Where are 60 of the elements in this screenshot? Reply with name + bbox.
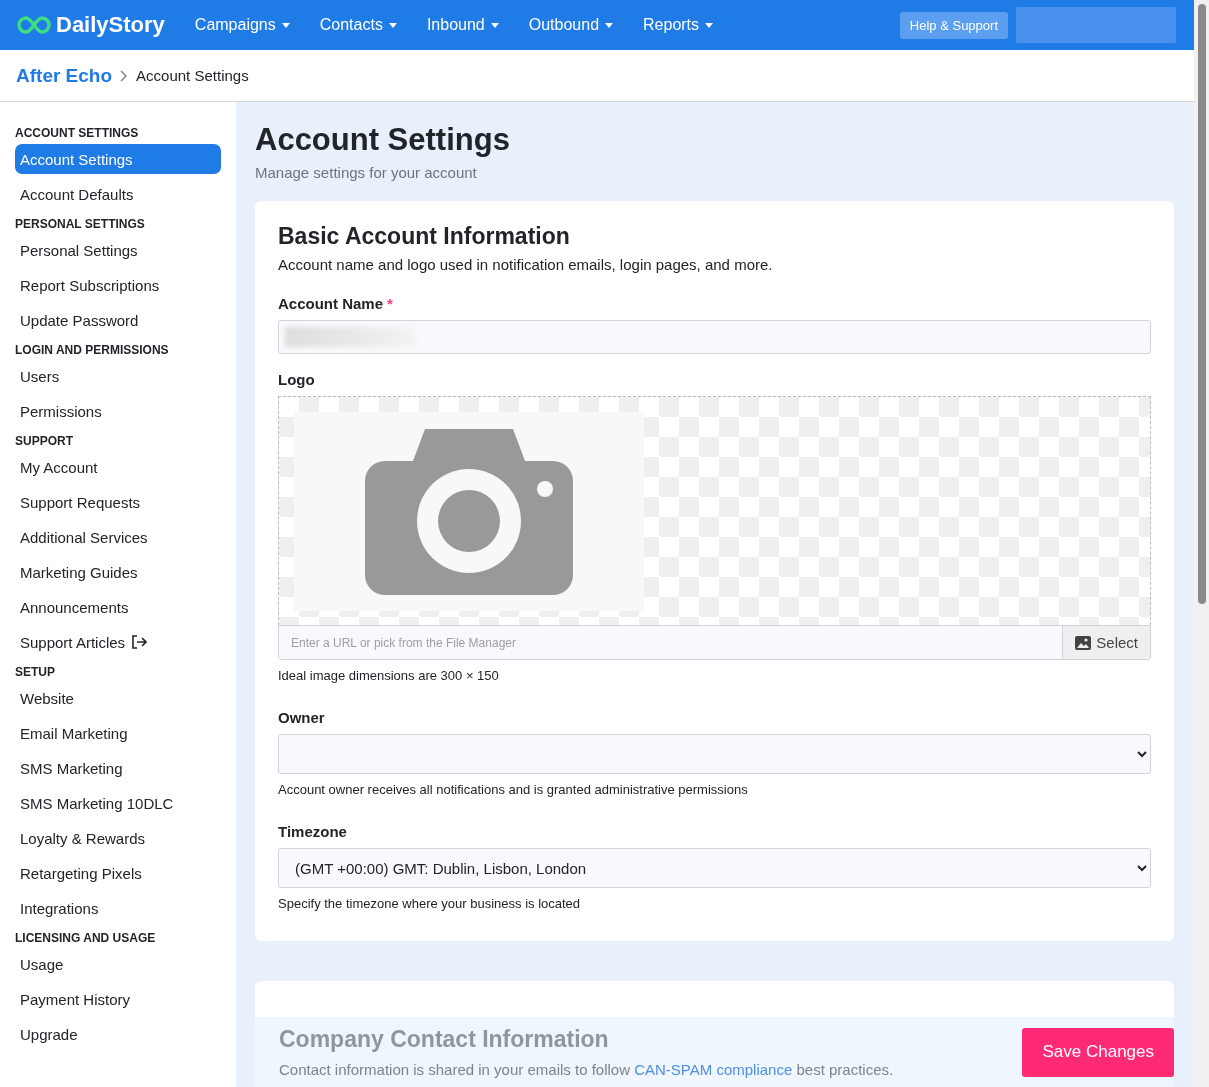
sidebar-item[interactable]: Upgrade: [15, 1019, 221, 1049]
nav-menu[interactable]: Inbound: [426, 16, 499, 34]
sidebar-item[interactable]: Additional Services: [15, 522, 221, 552]
sidebar-item[interactable]: Payment History: [15, 984, 221, 1014]
sidebar-item[interactable]: Usage: [15, 949, 221, 979]
sidebar-item[interactable]: Retargeting Pixels: [15, 858, 221, 888]
timezone-select[interactable]: (GMT +00:00) GMT: Dublin, Lisbon, London: [278, 848, 1151, 888]
sidebar-heading: LICENSING AND USAGE: [15, 931, 157, 945]
sidebar-item[interactable]: Loyalty & Rewards: [15, 823, 221, 853]
required-asterisk: *: [387, 295, 393, 312]
field-hint: Ideal image dimensions are 300 × 150: [278, 668, 500, 683]
field-label: Account Name: [278, 295, 384, 312]
save-changes-button[interactable]: Save Changes: [1022, 1027, 1174, 1077]
sidebar-item[interactable]: Users: [15, 361, 221, 391]
user-menu-placeholder[interactable]: [1016, 7, 1176, 43]
sidebar-heading: SETUP: [15, 665, 56, 679]
breadcrumb-current: Account Settings: [136, 67, 249, 84]
field-hint: Account owner receives all notifications and is granted administrative permissions: [278, 782, 749, 797]
sidebar-heading: SUPPORT: [15, 434, 74, 448]
sidebar-item[interactable]: Personal Settings: [15, 235, 221, 265]
sidebar-item[interactable]: Permissions: [15, 396, 221, 426]
sidebar-item[interactable]: Announcements: [15, 592, 221, 622]
breadcrumb-link[interactable]: After Echo: [16, 64, 113, 87]
field-label: Timezone: [278, 823, 347, 840]
sidebar-item[interactable]: My Account: [15, 452, 221, 482]
sidebar-item[interactable]: Email Marketing: [15, 718, 221, 748]
sidebar-heading: LOGIN AND PERMISSIONS: [15, 343, 170, 357]
nav-menu[interactable]: Contacts: [319, 16, 397, 34]
owner-select[interactable]: [278, 734, 1151, 774]
sidebar-item[interactable]: SMS Marketing: [15, 753, 221, 783]
nav-menu[interactable]: Campaigns: [194, 16, 290, 34]
field-hint: Specify the timezone where your business is located: [278, 896, 582, 911]
sidebar-item[interactable]: Support Requests: [15, 487, 221, 517]
sidebar-item[interactable]: Integrations: [15, 893, 221, 923]
sidebar-item[interactable]: Website: [15, 683, 221, 713]
chevron-icon: [120, 69, 129, 82]
page-subtitle: Manage settings for your account: [255, 164, 478, 181]
sidebar-item[interactable]: Account Defaults: [15, 179, 221, 209]
field-label: Logo: [278, 371, 315, 388]
section-description: Account name and logo used in notification emails, login pages, and more.: [278, 256, 774, 273]
infinity-logo-icon: [16, 15, 52, 35]
nav-menu[interactable]: Outbound: [528, 16, 614, 34]
sidebar-item[interactable]: Account Settings: [15, 144, 221, 174]
sidebar-heading: PERSONAL SETTINGS: [15, 217, 146, 231]
nav-menu[interactable]: Reports: [643, 16, 714, 34]
section-title: Basic Account Information: [278, 223, 571, 250]
page-title: Account Settings: [255, 122, 511, 158]
sidebar-item[interactable]: Update Password: [15, 305, 221, 335]
scrollbar[interactable]: [1194, 0, 1209, 1087]
sidebar-item[interactable]: SMS Marketing 10DLC: [15, 788, 221, 818]
field-label: Owner: [278, 709, 325, 726]
camera-icon: [365, 428, 573, 595]
account-name-field[interactable]: [278, 320, 1151, 354]
sidebar-item[interactable]: Report Subscriptions: [15, 270, 221, 300]
sidebar-item[interactable]: Support Articles: [15, 627, 221, 657]
section-title: Company Contact Information: [279, 1026, 610, 1053]
sidebar-heading: ACCOUNT SETTINGS: [15, 126, 140, 140]
section-description: Contact information is shared in your emails to follow CAN-SPAM compliance best practices.: [279, 1061, 895, 1078]
brand-name: DailyStory: [56, 12, 165, 38]
sidebar-item[interactable]: Marketing Guides: [15, 557, 221, 587]
